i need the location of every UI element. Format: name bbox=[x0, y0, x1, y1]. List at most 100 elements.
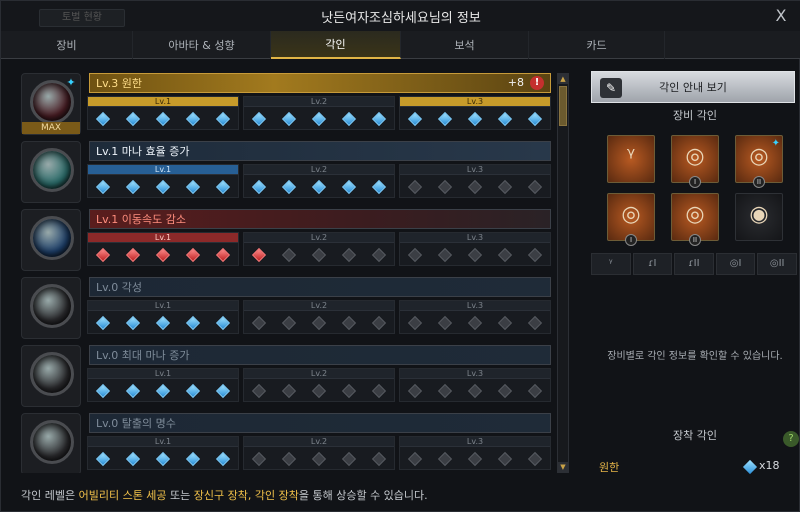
awaken-icon: ✦ bbox=[66, 76, 76, 89]
filter-button[interactable]: ɾI bbox=[632, 253, 673, 275]
gem-icon bbox=[215, 111, 231, 127]
gem-icon bbox=[407, 247, 423, 263]
level-tracks: Lv.1 Lv.2 Lv.3 bbox=[87, 300, 551, 334]
gem-icon bbox=[437, 383, 453, 399]
accessory-icon: ◎ bbox=[621, 202, 641, 227]
gem-icon bbox=[155, 111, 171, 127]
gem-row bbox=[244, 383, 394, 399]
engraving-icon bbox=[30, 284, 74, 328]
gem-icon bbox=[371, 179, 387, 195]
tab-gems[interactable]: 보석 bbox=[401, 31, 529, 59]
gem-icon bbox=[341, 247, 357, 263]
window-title: 낫든여자조심하세요님의 정보 bbox=[321, 10, 481, 26]
scrollbar[interactable]: ▲ ▼ bbox=[557, 73, 569, 473]
gem-icon bbox=[437, 179, 453, 195]
raid-status-button[interactable]: 토벌 현황 bbox=[39, 9, 125, 27]
engraving-icon-frame bbox=[21, 277, 81, 339]
scroll-down-icon[interactable]: ▼ bbox=[558, 462, 568, 472]
level-label: Lv.1 bbox=[88, 97, 238, 107]
equipment-slot[interactable]: ◎ II ✦ bbox=[735, 135, 783, 188]
gem-icon bbox=[251, 179, 267, 195]
level-track: Lv.2 bbox=[243, 436, 395, 470]
gem-icon bbox=[311, 315, 327, 331]
filter-button[interactable]: ◎I bbox=[715, 253, 756, 275]
slot-number: I bbox=[625, 234, 637, 246]
level-label: Lv.3 bbox=[400, 369, 550, 379]
equipment-slot[interactable]: ◎ II bbox=[671, 193, 719, 246]
level-tracks: Lv.1 Lv.2 Lv.3 bbox=[87, 164, 551, 198]
equip-engraving-title: 장비 각인 bbox=[673, 109, 717, 122]
level-label: Lv.3 bbox=[400, 165, 550, 175]
level-track: Lv.1 bbox=[87, 164, 239, 198]
engraving-title: Lv.0 각성 bbox=[96, 281, 143, 294]
level-track: Lv.1 bbox=[87, 232, 239, 266]
gem-icon bbox=[251, 383, 267, 399]
gem-row bbox=[400, 451, 550, 467]
help-icon[interactable]: ? bbox=[783, 431, 799, 447]
gem-icon bbox=[437, 247, 453, 263]
gem-icon bbox=[497, 247, 513, 263]
awaken-icon: ✦ bbox=[771, 138, 780, 149]
engraving-title-bar: Lv.0 최대 마나 증가 bbox=[89, 345, 551, 365]
gem-icon bbox=[95, 111, 111, 127]
engraving-icon-frame bbox=[21, 209, 81, 271]
slot-number: II bbox=[753, 176, 765, 188]
gem-icon bbox=[215, 383, 231, 399]
scroll-thumb[interactable] bbox=[559, 86, 567, 126]
level-label: Lv.2 bbox=[244, 301, 394, 311]
filter-button[interactable]: ᵞ bbox=[591, 253, 631, 275]
gem-icon bbox=[407, 179, 423, 195]
close-icon[interactable]: X bbox=[771, 6, 791, 26]
level-track: Lv.2 bbox=[243, 164, 395, 198]
equipment-slot[interactable]: ◎ I bbox=[607, 193, 655, 246]
gem-icon bbox=[185, 383, 201, 399]
level-label: Lv.1 bbox=[88, 369, 238, 379]
gem-icon bbox=[251, 451, 267, 467]
gem-icon bbox=[467, 383, 483, 399]
gem-icon bbox=[215, 451, 231, 467]
gem-icon bbox=[281, 247, 297, 263]
alert-icon[interactable]: ! bbox=[530, 76, 544, 90]
book-icon: ✎ bbox=[600, 78, 622, 98]
equipment-slot[interactable]: ᵞ bbox=[607, 135, 655, 183]
gem-icon bbox=[341, 451, 357, 467]
level-label: Lv.2 bbox=[244, 437, 394, 447]
gem-icon bbox=[467, 179, 483, 195]
guide-label: 각인 안내 보기 bbox=[659, 81, 727, 94]
engraving-row[interactable]: Lv.0 각성 Lv.1 Lv.2 Lv.3 bbox=[19, 277, 551, 339]
equipment-slot[interactable]: ◎ I bbox=[671, 135, 719, 188]
accessory-icon: ◎ bbox=[685, 202, 705, 227]
gem-icon bbox=[155, 451, 171, 467]
engraving-row[interactable]: Lv.0 탈출의 명수 Lv.1 Lv.2 Lv.3 bbox=[19, 413, 551, 473]
gem-icon bbox=[185, 451, 201, 467]
level-label: Lv.1 bbox=[88, 165, 238, 175]
tab-avatar[interactable]: 아바타 & 성향 bbox=[133, 31, 271, 59]
engraving-row[interactable]: Lv.0 최대 마나 증가 Lv.1 Lv.2 Lv.3 bbox=[19, 345, 551, 407]
accessory-icon: ᵞ bbox=[626, 144, 636, 169]
gem-icon bbox=[281, 111, 297, 127]
engraving-row[interactable]: MAX ✦ Lv.3 원한 +8! Lv.1 Lv.2 Lv.3 bbox=[19, 73, 551, 135]
gem-icon bbox=[125, 451, 141, 467]
gem-row bbox=[400, 315, 550, 331]
tab-cards[interactable]: 카드 bbox=[529, 31, 665, 59]
engraving-guide-button[interactable]: ✎ 각인 안내 보기 bbox=[591, 71, 795, 103]
gem-icon bbox=[215, 247, 231, 263]
gem-row bbox=[88, 383, 238, 399]
accessory-icon: ◉ bbox=[749, 202, 769, 227]
filter-button[interactable]: ɾII bbox=[674, 253, 714, 275]
engraving-icon-frame: MAX ✦ bbox=[21, 73, 81, 135]
gem-icon bbox=[341, 111, 357, 127]
gem-icon bbox=[155, 179, 171, 195]
tab-engraving[interactable]: 각인 bbox=[271, 31, 401, 59]
filter-button[interactable]: ◎II bbox=[757, 253, 797, 275]
engraving-row[interactable]: Lv.1 이동속도 감소 Lv.1 Lv.2 Lv.3 bbox=[19, 209, 551, 271]
gem-icon bbox=[407, 383, 423, 399]
gem-icon bbox=[95, 179, 111, 195]
scroll-up-icon[interactable]: ▲ bbox=[558, 74, 568, 84]
gem-row bbox=[244, 111, 394, 127]
level-track: Lv.3 bbox=[399, 232, 551, 266]
engraving-icon-frame bbox=[21, 141, 81, 203]
engraving-row[interactable]: Lv.1 마나 효율 증가 Lv.1 Lv.2 Lv.3 bbox=[19, 141, 551, 203]
tab-equipment[interactable]: 장비 bbox=[1, 31, 133, 59]
equipment-slot[interactable]: ◉ bbox=[735, 193, 783, 241]
